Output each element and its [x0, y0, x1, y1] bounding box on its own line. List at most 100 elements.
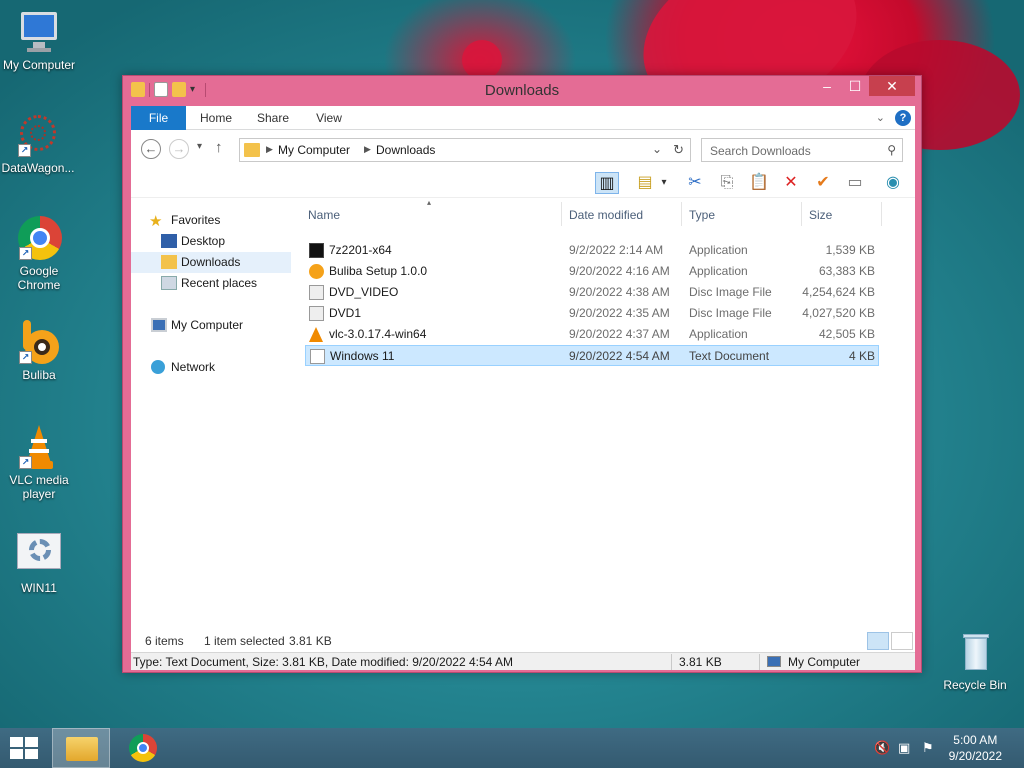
column-header-size[interactable]: Size: [809, 208, 832, 222]
file-name: DVD_VIDEO: [329, 285, 399, 299]
file-row[interactable]: vlc-3.0.17.4-win64 9/20/2022 4:37 AM App…: [305, 324, 879, 345]
nav-item-recent-places[interactable]: Recent places: [131, 273, 291, 294]
file-row-selected[interactable]: Windows 11 9/20/2022 4:54 AM Text Docume…: [305, 345, 879, 366]
file-row[interactable]: Buliba Setup 1.0.0 9/20/2022 4:16 AM App…: [305, 261, 879, 282]
file-size: 4 KB: [848, 349, 875, 363]
wallpaper-petal: [462, 40, 502, 80]
desktop-icon-recycle-bin[interactable]: Recycle Bin: [937, 630, 1013, 692]
large-icons-view-button[interactable]: [891, 632, 913, 650]
taskbar-chrome[interactable]: [114, 728, 172, 768]
refresh-icon[interactable]: ↻: [673, 142, 684, 158]
nav-favorites[interactable]: ★ Favorites: [131, 210, 291, 231]
status-divider: [671, 654, 672, 670]
cut-icon[interactable]: ✂: [683, 172, 707, 194]
file-row[interactable]: DVD1 9/20/2022 4:35 AM Disc Image File 4…: [305, 303, 879, 324]
window-client: File Home Share View ⌄ ? ← → ▾ ↑ ▶ My Co…: [131, 106, 915, 670]
vlc-icon: ↗: [17, 425, 61, 469]
rename-icon[interactable]: ▭: [843, 172, 867, 194]
preview-pane-icon[interactable]: ▥: [595, 172, 619, 194]
clock[interactable]: 5:00 AM 9/20/2022: [949, 732, 1002, 764]
tab-file[interactable]: File: [131, 106, 186, 130]
star-icon: ★: [149, 213, 163, 230]
help-icon[interactable]: ?: [895, 110, 911, 126]
taskbar-file-explorer[interactable]: [52, 728, 110, 768]
desktop-icon-label: Google Chrome: [17, 264, 61, 292]
address-bar[interactable]: ▶ My Computer ▶ Downloads ⌄ ↻: [239, 138, 691, 162]
7zip-icon: [309, 243, 324, 258]
column-divider[interactable]: [561, 202, 562, 226]
desktop-icon-label: Buliba: [22, 368, 56, 382]
desktop-icon-vlc[interactable]: ↗ VLC media player: [1, 425, 77, 501]
nav-network[interactable]: Network: [131, 357, 291, 378]
search-box[interactable]: Search Downloads ⚲: [701, 138, 903, 162]
desktop-icon-google-chrome[interactable]: ↗ Google Chrome: [1, 216, 77, 292]
tab-view[interactable]: View: [307, 106, 351, 130]
file-size: 63,383 KB: [818, 264, 875, 278]
tab-home[interactable]: Home: [193, 106, 239, 130]
maximize-button[interactable]: ☐: [841, 76, 869, 96]
file-name: 7z2201-x64: [329, 243, 392, 257]
computer-icon: [767, 656, 781, 667]
paste-icon[interactable]: 📋: [747, 172, 771, 194]
search-icon[interactable]: ⚲: [887, 143, 896, 157]
network-icon: [151, 360, 165, 374]
file-date: 9/20/2022 4:38 AM: [569, 285, 670, 299]
file-date: 9/2/2022 2:14 AM: [569, 243, 664, 257]
back-button[interactable]: ←: [141, 139, 161, 159]
search-input[interactable]: Search Downloads: [710, 144, 811, 158]
breadcrumb-downloads[interactable]: Downloads: [376, 143, 435, 157]
title-bar[interactable]: ▾ Downloads – ☐ ✕: [123, 76, 921, 105]
breadcrumb-separator-icon: ▶: [266, 144, 273, 154]
desktop-icon-buliba[interactable]: ↗ Buliba: [1, 320, 77, 382]
selection-size: 3.81 KB: [289, 634, 332, 648]
details-view-button[interactable]: [867, 632, 889, 650]
datawagon-icon: ↗: [16, 113, 60, 157]
desktop-icon-label: Recycle Bin: [943, 678, 1007, 692]
column-header-name[interactable]: Name: [308, 208, 340, 222]
up-button[interactable]: ↑: [215, 139, 223, 156]
nav-my-computer[interactable]: My Computer: [131, 315, 291, 336]
folder-options-icon[interactable]: ▤: [633, 172, 657, 194]
close-button[interactable]: ✕: [869, 76, 915, 96]
file-type: Disc Image File: [689, 306, 772, 320]
nav-item-downloads[interactable]: Downloads: [131, 252, 291, 273]
settings-file-icon: [17, 533, 61, 577]
volume-muted-icon[interactable]: 🔇: [874, 740, 890, 756]
column-divider[interactable]: [801, 202, 802, 226]
file-size: 4,027,520 KB: [802, 306, 875, 320]
globe-icon[interactable]: ◉: [881, 172, 905, 194]
navigation-pane: ★ Favorites Desktop Downloads Recent pla…: [131, 198, 301, 628]
file-row[interactable]: 7z2201-x64 9/2/2022 2:14 AM Application …: [305, 240, 879, 261]
delete-icon[interactable]: ✕: [779, 172, 803, 194]
chevron-down-icon[interactable]: ⌄: [652, 142, 662, 156]
column-divider[interactable]: [681, 202, 682, 226]
desktop-icon-win11[interactable]: WIN11: [1, 533, 77, 595]
column-divider[interactable]: [881, 202, 882, 226]
chevron-down-icon[interactable]: ▾: [657, 172, 671, 194]
action-center-icon[interactable]: ⚑: [922, 740, 934, 756]
file-date: 9/20/2022 4:54 AM: [569, 349, 670, 363]
desktop-icon-datawagon[interactable]: ↗ DataWagon...: [0, 113, 76, 175]
window-title: Downloads: [484, 82, 560, 99]
windows-logo-icon: [10, 737, 38, 759]
minimize-button[interactable]: –: [813, 76, 841, 96]
copy-icon[interactable]: ⎘: [715, 172, 739, 194]
network-icon[interactable]: ▣: [898, 740, 910, 756]
file-row[interactable]: DVD_VIDEO 9/20/2022 4:38 AM Disc Image F…: [305, 282, 879, 303]
text-file-icon: [310, 349, 325, 364]
recent-locations-chevron-icon[interactable]: ▾: [197, 141, 202, 152]
check-icon[interactable]: ✔: [811, 172, 835, 194]
desktop-icon-my-computer[interactable]: My Computer: [1, 10, 77, 72]
start-button[interactable]: [10, 737, 38, 759]
forward-button[interactable]: →: [169, 139, 189, 159]
nav-item-desktop[interactable]: Desktop: [131, 231, 291, 252]
file-type: Disc Image File: [689, 285, 772, 299]
column-header-type[interactable]: Type: [689, 208, 715, 222]
recycle-bin-icon: [953, 630, 997, 674]
chevron-down-icon[interactable]: ⌄: [876, 111, 885, 124]
column-header-date-modified[interactable]: Date modified: [569, 208, 643, 222]
ribbon-tabs: File Home Share View ⌄ ?: [131, 106, 915, 130]
breadcrumb-my-computer[interactable]: My Computer: [278, 143, 350, 157]
tab-share[interactable]: Share: [249, 106, 297, 130]
file-name: DVD1: [329, 306, 362, 320]
